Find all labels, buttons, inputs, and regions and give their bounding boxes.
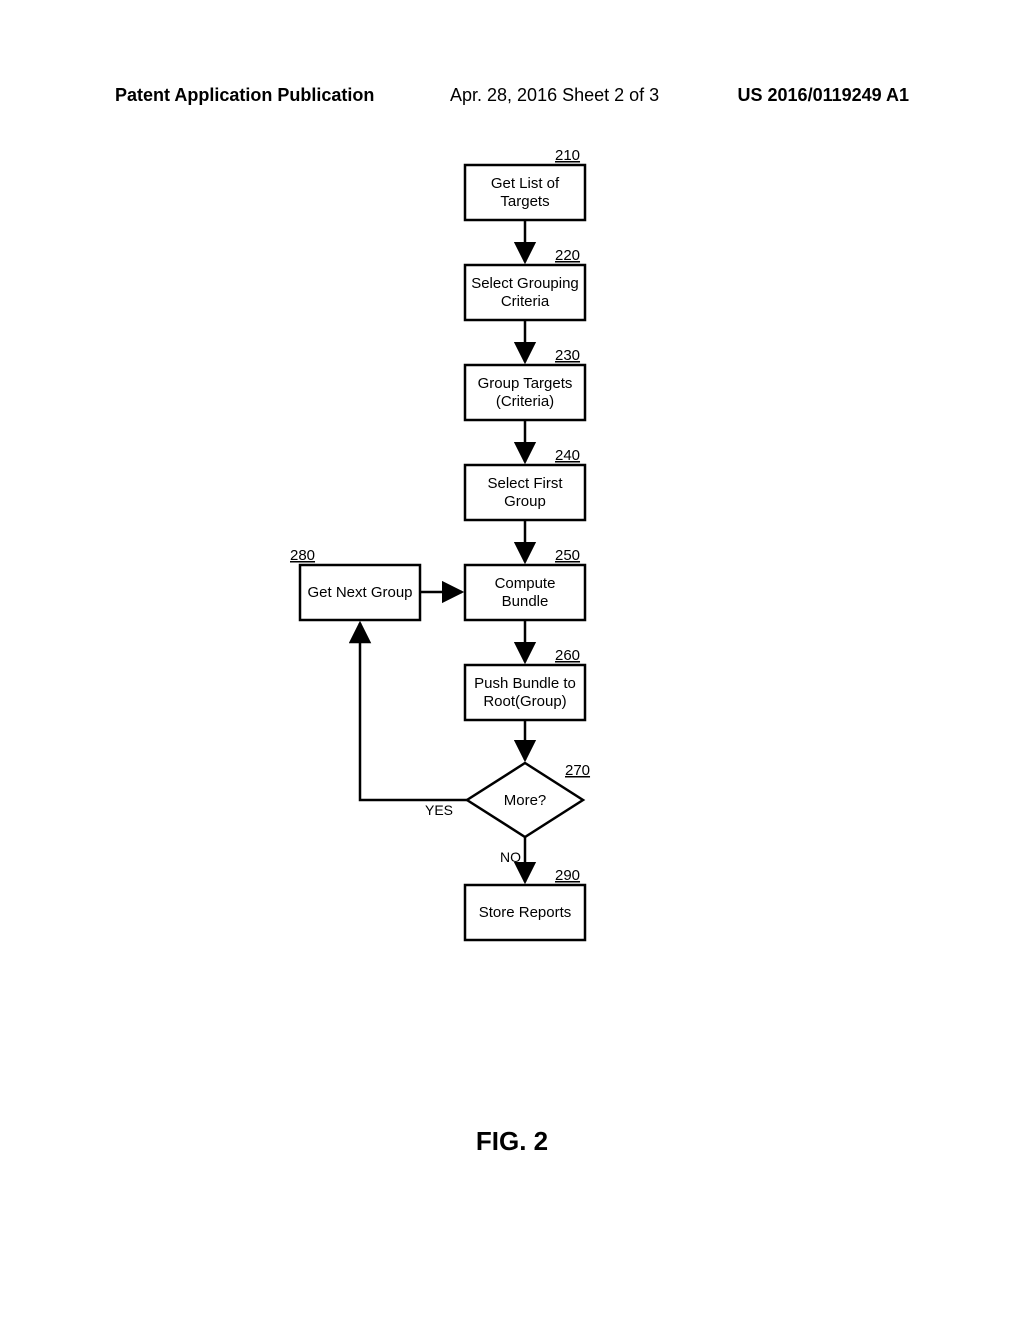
node-270-line1: More?: [504, 792, 547, 809]
page-header: Patent Application Publication Apr. 28, …: [115, 85, 909, 106]
node-240-line1: Select First: [487, 475, 563, 492]
ref-220: 220: [555, 247, 580, 264]
node-210-line1: Get List of: [491, 175, 560, 192]
node-220-line2: Criteria: [501, 293, 550, 310]
node-290-line1: Store Reports: [479, 904, 572, 921]
ref-210: 210: [555, 150, 580, 164]
ref-230: 230: [555, 347, 580, 364]
edge-label-no: NO: [500, 849, 521, 865]
ref-240: 240: [555, 447, 580, 464]
node-260-line1: Push Bundle to: [474, 675, 576, 692]
header-right: US 2016/0119249 A1: [738, 85, 909, 106]
node-260-line2: Root(Group): [483, 693, 566, 710]
arrow-270-280: [360, 623, 467, 800]
node-210: 210 Get List of Targets: [465, 150, 585, 220]
flowchart-diagram: 210 Get List of Targets 220 Select Group…: [0, 150, 1024, 1320]
edge-label-yes: YES: [425, 802, 453, 818]
ref-270: 270: [565, 762, 590, 779]
node-220-line1: Select Grouping: [471, 275, 579, 292]
node-280-line1: Get Next Group: [307, 584, 412, 601]
ref-290: 290: [555, 867, 580, 884]
ref-260: 260: [555, 647, 580, 664]
node-250-line2: Bundle: [502, 593, 549, 610]
header-center: Apr. 28, 2016 Sheet 2 of 3: [450, 85, 659, 106]
ref-280: 280: [290, 547, 315, 564]
node-230-line1: Group Targets: [478, 375, 573, 392]
node-230-line2: (Criteria): [496, 393, 554, 410]
node-250-line1: Compute: [495, 575, 556, 592]
ref-250: 250: [555, 547, 580, 564]
header-left: Patent Application Publication: [115, 85, 374, 105]
node-270: 270 More?: [467, 762, 590, 837]
node-210-line2: Targets: [500, 193, 549, 210]
figure-label: FIG. 2: [476, 1126, 548, 1156]
node-280: 280 Get Next Group: [290, 547, 420, 620]
node-240-line2: Group: [504, 493, 546, 510]
